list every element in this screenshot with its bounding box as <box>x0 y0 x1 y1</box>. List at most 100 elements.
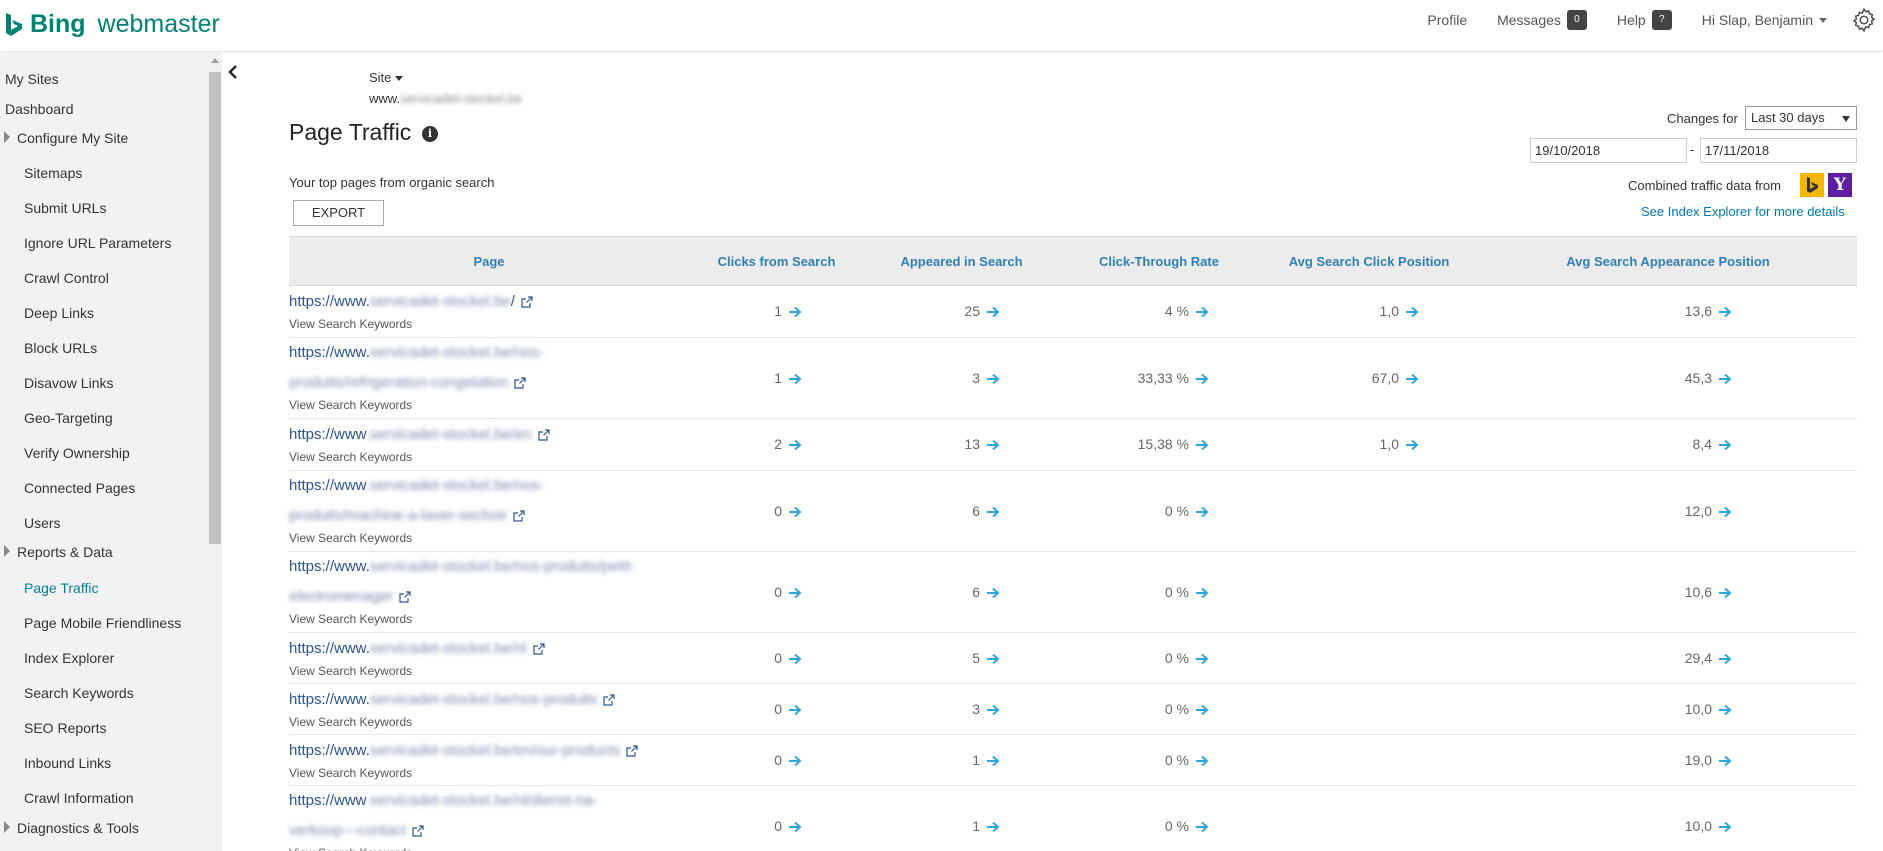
info-icon[interactable]: i <box>422 126 438 142</box>
view-search-keywords-link[interactable]: View Search Keywords <box>289 715 412 729</box>
help-link[interactable]: Help? <box>1617 10 1672 30</box>
cell-appear-pos[interactable]: 10,6 <box>1685 584 1732 600</box>
see-index-explorer-link[interactable]: See Index Explorer for more details <box>1641 204 1845 219</box>
cell-appeared[interactable]: 3 <box>972 370 1000 386</box>
messages-link[interactable]: Messages 0 <box>1497 10 1587 30</box>
sidebar-item-deep-links[interactable]: Deep Links <box>24 305 94 321</box>
cell-ctr[interactable]: 0 % <box>1165 818 1209 834</box>
sidebar-item-submit-urls[interactable]: Submit URLs <box>24 200 106 216</box>
sidebar-item-crawl-information[interactable]: Crawl Information <box>24 790 134 806</box>
column-header-page[interactable]: Page <box>289 237 689 287</box>
sidebar-item-search-keywords[interactable]: Search Keywords <box>24 685 134 701</box>
cell-appear-pos[interactable]: 10,0 <box>1685 701 1732 717</box>
sidebar-item-index-explorer[interactable]: Index Explorer <box>24 650 114 666</box>
sidebar-group-diagnostics[interactable]: Diagnostics & Tools <box>17 820 139 836</box>
cell-clicks[interactable]: 2 <box>774 436 802 452</box>
cell-appear-pos[interactable]: 13,6 <box>1685 303 1732 319</box>
external-link-icon[interactable] <box>538 429 550 441</box>
view-search-keywords-link[interactable]: View Search Keywords <box>289 766 412 780</box>
chevron-right-icon[interactable] <box>4 545 10 557</box>
sidebar-item-block-urls[interactable]: Block URLs <box>24 340 97 356</box>
page-url-link[interactable]: https://www.servicadet-stockel.be/nos-pr… <box>289 691 616 708</box>
view-search-keywords-link[interactable]: View Search Keywords <box>289 398 412 412</box>
cell-appeared[interactable]: 5 <box>972 650 1000 666</box>
date-to-field[interactable]: 17/11/2018 <box>1700 138 1857 163</box>
page-url-link[interactable]: https://www.servicadet-stockel.be/nos- <box>289 344 544 361</box>
cell-clicks[interactable]: 1 <box>774 370 802 386</box>
sidebar-item-page-mobile-friendliness[interactable]: Page Mobile Friendliness <box>24 615 181 631</box>
external-link-icon[interactable] <box>533 643 545 655</box>
cell-ctr[interactable]: 33,33 % <box>1138 370 1209 386</box>
external-link-icon[interactable] <box>514 377 526 389</box>
collapse-sidebar-icon[interactable] <box>226 64 240 80</box>
view-search-keywords-link[interactable]: View Search Keywords <box>289 531 412 545</box>
external-link-icon[interactable] <box>399 591 411 603</box>
column-header-avg-click-position[interactable]: Avg Search Click Position <box>1259 237 1479 287</box>
sidebar-item-verify-ownership[interactable]: Verify Ownership <box>24 445 130 461</box>
sidebar-item-seo-reports[interactable]: SEO Reports <box>24 720 106 736</box>
cell-appeared[interactable]: 6 <box>972 584 1000 600</box>
page-url-link[interactable]: https://www.servicadet-stockel.be/en/our… <box>289 742 638 759</box>
chevron-right-icon[interactable] <box>4 131 10 143</box>
page-url-link[interactable]: https://www.servicadet-stockel.be/nl <box>289 640 545 657</box>
cell-appear-pos[interactable]: 12,0 <box>1685 503 1732 519</box>
cell-appeared[interactable]: 3 <box>972 701 1000 717</box>
external-link-icon[interactable] <box>521 296 533 308</box>
cell-appeared[interactable]: 1 <box>972 752 1000 768</box>
cell-clicks[interactable]: 0 <box>774 818 802 834</box>
sidebar-item-my-sites[interactable]: My Sites <box>5 71 59 87</box>
cell-appeared[interactable]: 13 <box>964 436 1000 452</box>
sidebar-item-sitemaps[interactable]: Sitemaps <box>24 165 82 181</box>
cell-appeared[interactable]: 1 <box>972 818 1000 834</box>
bing-webmaster-logo[interactable]: Bing webmaster <box>4 10 220 39</box>
view-search-keywords-link[interactable]: View Search Keywords <box>289 664 412 678</box>
sidebar-item-users[interactable]: Users <box>24 515 61 531</box>
export-button[interactable]: EXPORT <box>293 200 384 226</box>
profile-link[interactable]: Profile <box>1427 12 1467 28</box>
column-header-avg-appearance-position[interactable]: Avg Search Appearance Position <box>1479 237 1857 287</box>
cell-clicks[interactable]: 0 <box>774 752 802 768</box>
scroll-up-icon[interactable] <box>211 58 219 63</box>
view-search-keywords-link[interactable]: View Search Keywords <box>289 450 412 464</box>
cell-appear-pos[interactable]: 8,4 <box>1693 436 1732 452</box>
sidebar-item-disavow-links[interactable]: Disavow Links <box>24 375 113 391</box>
column-header-ctr[interactable]: Click-Through Rate <box>1059 237 1259 287</box>
cell-appear-pos[interactable]: 45,3 <box>1685 370 1732 386</box>
cell-appeared[interactable]: 25 <box>964 303 1000 319</box>
external-link-icon[interactable] <box>603 694 616 706</box>
sidebar-item-crawl-control[interactable]: Crawl Control <box>24 270 109 286</box>
column-header-appeared[interactable]: Appeared in Search <box>864 237 1059 287</box>
cell-clicks[interactable]: 0 <box>774 503 802 519</box>
sidebar-item-dashboard[interactable]: Dashboard <box>5 101 74 117</box>
sidebar-item-ignore-url-parameters[interactable]: Ignore URL Parameters <box>24 235 171 251</box>
cell-clicks[interactable]: 0 <box>774 584 802 600</box>
sidebar-group-reports[interactable]: Reports & Data <box>17 544 113 560</box>
cell-ctr[interactable]: 0 % <box>1165 650 1209 666</box>
page-url-link[interactable]: https://www.servicadet-stockel.be/nl/die… <box>289 792 597 809</box>
site-selector[interactable]: Site <box>369 70 404 85</box>
view-search-keywords-link[interactable]: View Search Keywords <box>289 612 412 626</box>
external-link-icon[interactable] <box>513 510 526 522</box>
page-url-link-continued[interactable]: verkoop---contact <box>289 822 424 839</box>
sidebar-item-page-traffic[interactable]: Page Traffic <box>24 580 98 596</box>
view-search-keywords-link[interactable]: View Search Keywords <box>289 317 412 331</box>
cell-ctr[interactable]: 0 % <box>1165 701 1209 717</box>
page-url-link[interactable]: https://www.servicadet-stockel.be/ <box>289 293 533 310</box>
page-url-link[interactable]: https://www.servicadet-stockel.be/nos- <box>289 477 544 494</box>
gear-icon[interactable] <box>1851 7 1877 33</box>
sidebar-item-inbound-links[interactable]: Inbound Links <box>24 755 111 771</box>
cell-appear-pos[interactable]: 10,0 <box>1685 818 1732 834</box>
cell-appear-pos[interactable]: 29,4 <box>1685 650 1732 666</box>
user-menu[interactable]: Hi Slap, Benjamin <box>1702 12 1827 28</box>
page-url-link[interactable]: https://www.servicadet-stockel.be/nos-pr… <box>289 558 635 575</box>
view-search-keywords-link[interactable]: View Search Keywords <box>289 846 412 851</box>
external-link-icon[interactable] <box>412 825 424 837</box>
cell-clicks[interactable]: 0 <box>774 650 802 666</box>
cell-ctr[interactable]: 0 % <box>1165 503 1209 519</box>
cell-appear-pos[interactable]: 19,0 <box>1685 752 1732 768</box>
cell-appeared[interactable]: 6 <box>972 503 1000 519</box>
sidebar-group-configure[interactable]: Configure My Site <box>17 130 128 146</box>
cell-ctr[interactable]: 0 % <box>1165 752 1209 768</box>
column-header-clicks[interactable]: Clicks from Search <box>689 237 864 287</box>
sidebar-scroll-thumb[interactable] <box>209 72 221 544</box>
